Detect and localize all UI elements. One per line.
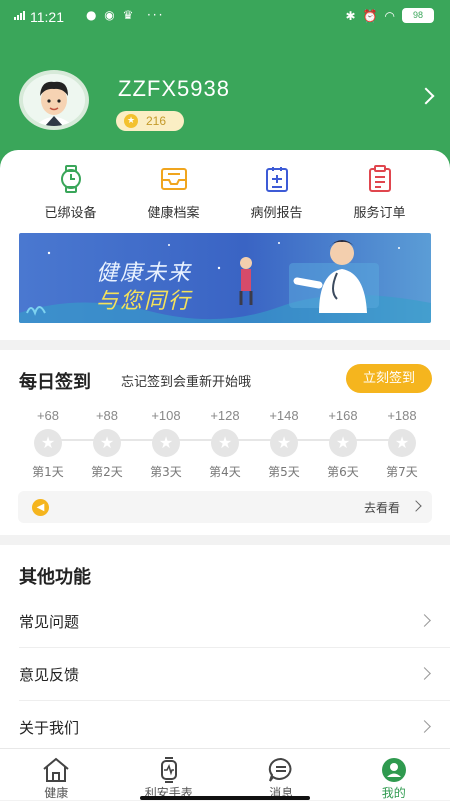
notice-bar[interactable]: ◀ 去看看 (18, 491, 432, 523)
other-functions-card: 其他功能 常见问题 意见反馈 关于我们 (0, 545, 450, 755)
promo-banner[interactable]: 健康未来 与您同行 (19, 233, 431, 323)
bluetooth-icon: ✱ (346, 9, 356, 23)
day-points: +88 (78, 408, 136, 423)
checkin-button[interactable]: 立刻签到 (346, 364, 432, 393)
star-icon: ★ (388, 429, 416, 457)
chevron-right-icon (418, 720, 431, 733)
star-icon: ★ (270, 429, 298, 457)
signal-icon (14, 11, 25, 20)
tab-label: 健康 (0, 784, 113, 801)
tab-messages[interactable]: 消息 (225, 749, 338, 800)
day-label: 第4天 (196, 463, 254, 480)
menu-item-label: 关于我们 (19, 717, 79, 738)
notice-link[interactable]: 去看看 (364, 499, 400, 516)
checkin-day: +168 ★ 第6天 (314, 408, 372, 480)
checkin-days: +68 ★ 第1天 +88 ★ 第2天 +108 ★ 第3天 +128 ★ 第4天 +148 ★ 第… (18, 408, 432, 478)
wifi-icon: ◠ (385, 9, 395, 23)
day-label: 第3天 (137, 463, 195, 480)
quick-action-label: 服务订单 (328, 202, 431, 221)
avatar[interactable] (19, 70, 89, 130)
coin-badge: ★ 216 (116, 111, 184, 131)
coin-icon: ★ (124, 114, 138, 128)
checkin-day: +188 ★ 第7天 (373, 408, 431, 480)
other-functions-title: 其他功能 (19, 563, 91, 589)
tab-label: 我的 (338, 784, 450, 801)
username: ZZFX5938 (118, 76, 230, 102)
status-time: 11:21 (30, 9, 64, 25)
battery-icon: 98 (402, 8, 434, 23)
menu-item-label: 意见反馈 (19, 664, 79, 685)
checkin-title: 每日签到 (19, 368, 91, 394)
chevron-right-icon (418, 667, 431, 680)
order-icon (366, 165, 394, 193)
chevron-right-icon (418, 614, 431, 627)
tab-health[interactable]: 健康 (0, 749, 113, 800)
day-points: +128 (196, 408, 254, 423)
quick-actions: 已绑设备 健康档案 病例报告 服务订单 (0, 165, 450, 221)
star-icon: ★ (152, 429, 180, 457)
chevron-right-icon (410, 500, 421, 511)
menu-item-label: 常见问题 (19, 611, 79, 632)
checkin-day: +108 ★ 第3天 (137, 408, 195, 480)
status-bar: 11:21 ● ◉ ♛ ··· ✱ ⏰ ◠ 98 (0, 0, 450, 34)
clipboard-icon (263, 165, 291, 193)
tab-watch[interactable]: 利安手表 (113, 749, 226, 800)
star-icon: ★ (93, 429, 121, 457)
checkin-day: +148 ★ 第5天 (255, 408, 313, 480)
quick-action-health-records[interactable]: 健康档案 (122, 165, 225, 221)
user-icon (379, 757, 409, 783)
watch-icon (57, 165, 85, 193)
checkin-subtitle: 忘记签到会重新开始哦 (121, 371, 251, 390)
smartwatch-icon (154, 757, 184, 783)
quick-action-label: 健康档案 (122, 202, 225, 221)
inbox-icon (160, 165, 188, 193)
day-points: +108 (137, 408, 195, 423)
home-icon (41, 757, 71, 783)
daily-checkin-card: 每日签到 忘记签到会重新开始哦 立刻签到 +68 ★ 第1天 +88 ★ 第2天 +10… (0, 350, 450, 535)
coin-count: 216 (146, 114, 166, 128)
home-indicator[interactable] (140, 796, 310, 800)
day-points: +68 (19, 408, 77, 423)
checkin-day: +68 ★ 第1天 (19, 408, 77, 480)
day-points: +148 (255, 408, 313, 423)
quick-action-service-orders[interactable]: 服务订单 (328, 165, 431, 221)
day-label: 第5天 (255, 463, 313, 480)
message-icon (266, 757, 296, 783)
menu-item-about[interactable]: 关于我们 (19, 701, 450, 754)
avatar-image (23, 74, 85, 126)
day-label: 第2天 (78, 463, 136, 480)
banner-illustration (19, 233, 431, 323)
bottom-tab-bar: 健康 利安手表 消息 我的 (0, 748, 450, 800)
banner-subtitle: 与您同行 (96, 283, 192, 315)
quick-action-label: 病例报告 (225, 202, 328, 221)
quick-action-case-reports[interactable]: 病例报告 (225, 165, 328, 221)
speaker-icon: ◀ (32, 499, 49, 516)
day-label: 第7天 (373, 463, 431, 480)
menu-item-faq[interactable]: 常见问题 (19, 595, 450, 648)
tab-mine[interactable]: 我的 (338, 749, 450, 800)
alarm-icon: ⏰ (363, 9, 378, 23)
notification-icons: ● ◉ ♛ ··· (86, 8, 164, 22)
quick-action-label: 已绑设备 (19, 202, 122, 221)
day-label: 第6天 (314, 463, 372, 480)
star-icon: ★ (34, 429, 62, 457)
day-points: +168 (314, 408, 372, 423)
checkin-day: +128 ★ 第4天 (196, 408, 254, 480)
checkin-day: +88 ★ 第2天 (78, 408, 136, 480)
day-points: +188 (373, 408, 431, 423)
star-icon: ★ (329, 429, 357, 457)
day-label: 第1天 (19, 463, 77, 480)
star-icon: ★ (211, 429, 239, 457)
quick-action-devices[interactable]: 已绑设备 (19, 165, 122, 221)
menu-item-feedback[interactable]: 意见反馈 (19, 648, 450, 701)
